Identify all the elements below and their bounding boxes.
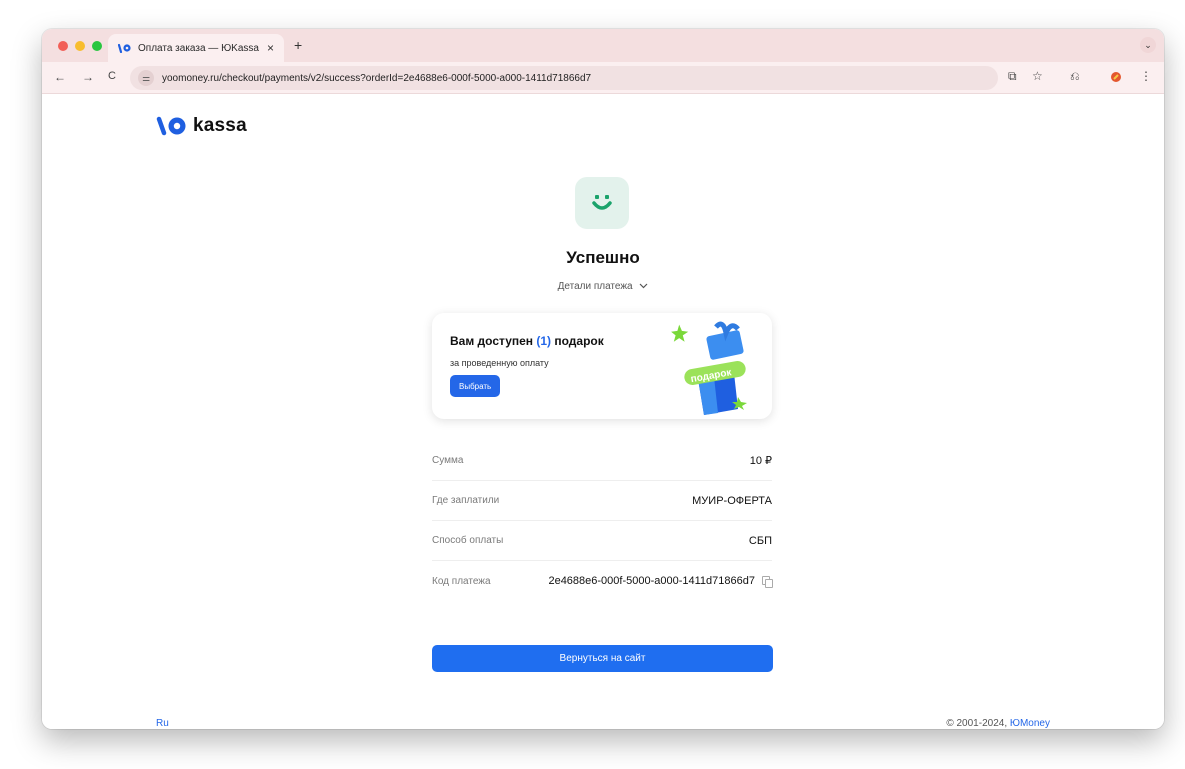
cast-icon[interactable]: ⧉: [1008, 69, 1017, 84]
copy-icon[interactable]: [762, 576, 773, 588]
address-bar[interactable]: ⚌ yoomoney.ru/checkout/payments/v2/succe…: [130, 66, 998, 90]
checkout-page: kassa Успешно Детали платежа Вам доступе…: [42, 95, 1164, 729]
yookassa-logo-icon: [156, 116, 186, 136]
window-controls: [58, 41, 102, 51]
gift-title: Вам доступен (1) подарок: [450, 334, 604, 348]
close-window-button[interactable]: [58, 41, 68, 51]
details-row-payment-code: Код платежа 2e4688e6-000f-5000-a000-1411…: [432, 561, 773, 601]
gift-title-prefix: Вам доступен: [450, 334, 537, 348]
reload-button[interactable]: C: [108, 70, 116, 82]
browser-toolbar: ← → C ⚌ yoomoney.ru/checkout/payments/v2…: [42, 62, 1164, 94]
row-label: Код платежа: [432, 575, 491, 587]
payment-details-list: Сумма 10 ₽ Где заплатили МУИР-ОФЕРТА Спо…: [432, 441, 773, 601]
row-label: Способ оплаты: [432, 535, 504, 546]
success-icon-box: [575, 177, 629, 229]
page-title: Успешно: [566, 248, 640, 267]
gift-subtitle: за проведенную оплату: [450, 358, 549, 368]
payment-details-label: Детали платежа: [557, 281, 633, 292]
copyright-text: © 2001-2024,: [946, 718, 1010, 729]
browser-tab[interactable]: Оплата заказа — ЮKassa ×: [108, 34, 284, 62]
choose-gift-button[interactable]: Выбрать: [450, 375, 501, 397]
payment-details-toggle[interactable]: Детали платежа: [42, 281, 1164, 292]
row-value: 10 ₽: [749, 455, 772, 467]
url-text[interactable]: yoomoney.ru/checkout/payments/v2/success…: [162, 73, 591, 84]
row-value: МУИР-ОФЕРТА: [692, 494, 772, 507]
browser-menu-icon[interactable]: ⋮: [1140, 69, 1152, 83]
extension-app-icon[interactable]: [1110, 71, 1122, 86]
copyright: © 2001-2024, ЮMoney: [946, 718, 1050, 729]
gift-title-suffix: подарок: [551, 334, 604, 348]
yookassa-logo[interactable]: kassa: [156, 115, 247, 137]
row-value: СБП: [748, 534, 772, 547]
details-row-method: Способ оплаты СБП: [432, 521, 772, 561]
smile-icon: [592, 195, 612, 210]
bookmark-star-icon[interactable]: ☆: [1032, 69, 1043, 83]
tab-close-button[interactable]: ×: [267, 41, 274, 55]
tab-search-button[interactable]: ⌄: [1140, 37, 1156, 53]
language-switcher[interactable]: Ru: [156, 718, 169, 729]
gift-card: Вам доступен (1) подарок за проведенную …: [432, 313, 772, 419]
yoomoney-link[interactable]: ЮMoney: [1010, 718, 1050, 729]
forward-button[interactable]: →: [82, 70, 94, 84]
return-to-site-button[interactable]: Вернуться на сайт: [432, 645, 773, 672]
logo-text: kassa: [193, 115, 247, 136]
extensions-icon[interactable]: ⎌: [1070, 69, 1080, 84]
minimize-window-button[interactable]: [75, 41, 85, 51]
payment-code: 2e4688e6-000f-5000-a000-1411d71866d7: [548, 575, 773, 588]
row-label: Где заплатили: [432, 495, 500, 506]
tab-title: Оплата заказа — ЮKassa: [138, 42, 259, 54]
back-button[interactable]: ←: [54, 70, 66, 84]
gift-box-illustration: подарок: [671, 321, 747, 415]
chevron-down-icon: [639, 281, 648, 291]
tab-strip: Оплата заказа — ЮKassa × + ⌄: [42, 29, 1164, 62]
row-label: Сумма: [432, 455, 464, 466]
yookassa-favicon-icon: [118, 43, 132, 53]
payment-code-value: 2e4688e6-000f-5000-a000-1411d71866d7: [548, 575, 755, 587]
details-row-amount: Сумма 10 ₽: [432, 441, 772, 481]
maximize-window-button[interactable]: [92, 41, 102, 51]
browser-window: Оплата заказа — ЮKassa × + ⌄ ← → C ⚌ yoo…: [42, 29, 1164, 729]
new-tab-button[interactable]: +: [294, 37, 302, 53]
site-info-icon[interactable]: ⚌: [138, 70, 154, 86]
gift-count: (1): [536, 334, 552, 348]
details-row-merchant: Где заплатили МУИР-ОФЕРТА: [432, 481, 772, 521]
